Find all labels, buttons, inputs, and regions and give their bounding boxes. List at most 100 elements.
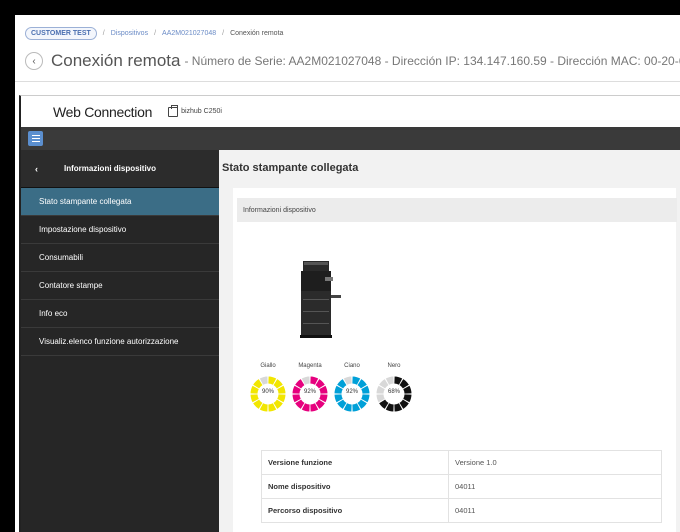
toner-segment: [301, 376, 310, 385]
page-title-bar: ‹ Conexión remota - Número de Serie: AA2…: [25, 49, 680, 73]
breadcrumb-separator: /: [154, 29, 157, 37]
toner-ring-cyan: 92%: [331, 375, 373, 415]
toner-segment: [250, 394, 259, 403]
table-value: Versione 1.0: [448, 450, 662, 475]
toner-segment: [337, 379, 347, 389]
toner-ring-black: 68%: [373, 375, 415, 415]
back-button[interactable]: ‹: [25, 52, 43, 70]
sidebar-item-label: Consumabili: [39, 253, 84, 262]
table-value: 04011: [448, 498, 662, 523]
toner-segment: [399, 379, 409, 389]
toner-segment: [273, 379, 283, 389]
toner-segment: [319, 394, 328, 403]
toner-segment: [292, 394, 301, 403]
toner-segment: [259, 403, 268, 412]
sidebar-item-label: Impostazione dispositivo: [39, 225, 127, 234]
breadcrumb-separator: /: [222, 29, 225, 37]
web-connection-logo: Web Connection: [53, 103, 153, 120]
breadcrumb-separator: /: [102, 29, 105, 37]
toner-segment: [268, 403, 277, 412]
toner-segment: [337, 399, 347, 409]
breadcrumb-serial[interactable]: AA2M021027048: [162, 30, 216, 37]
sidebar-item-label: Stato stampante collegata: [39, 197, 132, 206]
toner-segment: [343, 376, 352, 385]
sidebar: ‹ Informazioni dispositivo Stato stampan…: [21, 150, 219, 532]
hamburger-menu-button[interactable]: [28, 131, 43, 146]
toner-segment: [295, 399, 305, 409]
sidebar-item-eco-info[interactable]: Info eco: [21, 300, 219, 328]
toner-percent-black: 68%: [387, 389, 400, 395]
toner-percent-yellow: 90%: [261, 389, 274, 395]
toner-segment: [379, 379, 389, 389]
toner-segment: [301, 403, 310, 412]
toner-segment: [399, 399, 409, 409]
toner-level-rings: 90% 92% 92% 68%: [247, 375, 415, 415]
device-model-label: bizhub C250i: [181, 108, 222, 115]
table-row: Percorso dispositivo 04011: [261, 498, 662, 523]
toner-segment: [253, 399, 263, 409]
toner-percent-cyan: 92%: [345, 389, 358, 395]
toner-segment: [253, 379, 263, 389]
toner-segment: [403, 394, 412, 403]
toner-segment: [385, 403, 394, 412]
toner-segment: [357, 379, 367, 389]
toner-ring-magenta: 92%: [289, 375, 331, 415]
toner-segment: [385, 376, 394, 385]
toner-segment: [379, 399, 389, 409]
table-row: Versione funzione Versione 1.0: [261, 450, 662, 475]
toner-segment: [295, 379, 305, 389]
table-key: Nome dispositivo: [261, 474, 449, 499]
breadcrumb-devices[interactable]: Dispositivos: [111, 30, 148, 37]
device-details: - Número de Serie: AA2M021027048 - Direc…: [184, 54, 680, 68]
toner-ring-yellow: 90%: [247, 375, 289, 415]
printer-icon: [168, 104, 179, 117]
menu-icon-line: [31, 138, 40, 139]
chevron-left-icon: ‹: [35, 163, 38, 174]
toner-segment: [394, 376, 403, 385]
sidebar-item-label: Visualiz.elenco funzione autorizzazione: [39, 337, 179, 346]
toner-segment: [259, 376, 268, 385]
sidebar-item-label: Info eco: [39, 309, 68, 318]
toner-segment: [352, 376, 361, 385]
toner-segment: [268, 376, 277, 385]
top-toolbar: [21, 127, 680, 150]
toner-segment: [361, 394, 370, 403]
device-info-card: Informazioni dispositivo Giallo Magenta: [233, 188, 677, 532]
toner-segment: [315, 379, 325, 389]
breadcrumb-current: Conexión remota: [230, 29, 284, 37]
toner-segment: [343, 403, 352, 412]
content-title: Stato stampante collegata: [222, 162, 359, 174]
section-header: Informazioni dispositivo: [237, 198, 677, 222]
menu-icon-line: [31, 141, 40, 142]
device-model: bizhub C250i: [168, 104, 222, 117]
toner-segment: [277, 394, 286, 403]
toner-label-magenta: Magenta: [298, 363, 322, 369]
toner-label-cyan: Ciano: [344, 363, 360, 369]
sidebar-item-label: Contatore stampe: [39, 281, 103, 290]
sidebar-item-device-settings[interactable]: Impostazione dispositivo: [21, 216, 219, 244]
table-key: Percorso dispositivo: [261, 498, 449, 523]
table-row: Nome dispositivo 04011: [261, 474, 662, 499]
toner-labels: Giallo Magenta Ciano Nero: [247, 363, 415, 369]
menu-icon-line: [31, 135, 40, 136]
toner-label-yellow: Giallo: [260, 363, 276, 369]
sidebar-item-print-counter[interactable]: Contatore stampe: [21, 272, 219, 300]
toner-segment: [394, 403, 403, 412]
customer-chip[interactable]: CUSTOMER TEST: [25, 26, 97, 40]
chevron-left-icon: ‹: [32, 55, 36, 67]
web-connection-panel: Web Connection bizhub C250i ‹ Informazio…: [19, 95, 680, 532]
toner-label-black: Nero: [387, 363, 401, 369]
sidebar-item-consumables[interactable]: Consumabili: [21, 244, 219, 272]
page-title: Conexión remota: [51, 51, 181, 70]
toner-segment: [376, 394, 385, 403]
table-value: 04011: [448, 474, 662, 499]
sidebar-heading[interactable]: ‹ Informazioni dispositivo: [21, 150, 219, 188]
sidebar-item-connected-printer-status[interactable]: Stato stampante collegata: [21, 188, 219, 216]
toner-segment: [273, 399, 283, 409]
device-info-table: Versione funzione Versione 1.0 Nome disp…: [261, 450, 662, 523]
toner-segment: [310, 403, 319, 412]
remote-connection-window: CUSTOMER TEST / Dispositivos / AA2M02102…: [13, 13, 680, 532]
sidebar-item-authorization-functions[interactable]: Visualiz.elenco funzione autorizzazione: [21, 328, 219, 356]
toner-segment: [357, 399, 367, 409]
toner-percent-magenta: 92%: [303, 389, 316, 395]
